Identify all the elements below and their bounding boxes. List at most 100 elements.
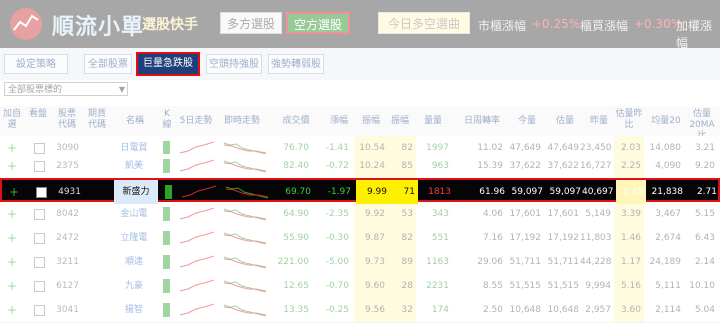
short-select-button[interactable]: 空方選股	[286, 12, 350, 34]
cell-pct: 9.92	[354, 202, 388, 226]
k-line-icon	[163, 159, 170, 173]
col-turnover[interactable]: 日周轉率	[460, 116, 504, 127]
cell-v2: 17,192	[547, 233, 580, 243]
watch-checkbox[interactable]	[34, 143, 45, 154]
cell-turn: 4.06	[482, 209, 503, 219]
add-watch-icon[interactable]: +	[2, 154, 22, 178]
k-line-icon	[165, 185, 172, 199]
add-watch-icon[interactable]: +	[2, 226, 22, 250]
col-code[interactable]: 股票代碼	[54, 109, 80, 131]
cell-ma: 6.43	[694, 233, 715, 243]
table-row[interactable]: +2472 立隆電 55.90 -0.30 9.87 82 551 7.16 17,192 17,…	[0, 226, 720, 251]
cell-avg: 21,838	[651, 187, 684, 197]
table-row[interactable]: +3041 揚智 13.35 -0.25 9.56 32 174 2.50 10,648 10,6…	[0, 298, 720, 323]
cell-amt: 2231	[426, 281, 449, 291]
strong-weak-button[interactable]: 強勢轉弱股	[268, 54, 324, 74]
add-watch-icon[interactable]: +	[2, 202, 22, 226]
col-est-vol[interactable]: 估量	[548, 116, 582, 127]
add-watch-icon[interactable]: +	[4, 180, 24, 204]
table-row[interactable]: +8042 金山電 64.90 -2.35 9.92 53 343 4.06 17,601 17,…	[0, 202, 720, 227]
cell-v2: 51,711	[547, 257, 580, 267]
col-amount[interactable]: 量量	[418, 116, 448, 127]
volume-drop-button[interactable]: 巨量急跌股	[136, 52, 200, 76]
cell-v2: 17,601	[547, 209, 580, 219]
cell-price: 55.90	[283, 233, 309, 243]
strategy-button[interactable]: 設定策略	[4, 54, 68, 74]
col-futures[interactable]: 期貨代碼	[84, 109, 110, 131]
cell-code: 4931	[58, 187, 81, 197]
k-line-icon	[163, 279, 170, 293]
table-row[interactable]: +3211 順達 221.00 -5.00 9.73 89 1163 29.06 51,711 5…	[0, 250, 720, 275]
cell-v3: 9,994	[585, 281, 611, 291]
col-vol-ratio[interactable]: 振幅	[388, 116, 412, 127]
cell-name[interactable]: 九豪	[112, 274, 156, 298]
trend5-chart	[181, 185, 217, 198]
add-watch-icon[interactable]: +	[2, 298, 22, 322]
cell-avg: 4,090	[655, 161, 681, 171]
trend5-chart	[179, 159, 215, 172]
cell-v1: 51,711	[509, 257, 542, 267]
col-vol-today[interactable]: 今量	[510, 116, 544, 127]
intraday-chart	[223, 208, 267, 221]
watch-checkbox[interactable]	[34, 305, 45, 316]
app-title: 順流小單	[52, 15, 145, 40]
add-watch-icon[interactable]: +	[2, 274, 22, 298]
all-stocks-button[interactable]: 全部股票	[84, 54, 132, 74]
k-line-icon	[163, 207, 170, 221]
watch-checkbox[interactable]	[34, 281, 45, 292]
cell-pct: 9.73	[354, 250, 388, 274]
cell-amt: 551	[431, 233, 449, 243]
bear-hold-button[interactable]: 空頭持強股	[206, 54, 262, 74]
trend5-chart	[179, 279, 215, 292]
watch-checkbox[interactable]	[34, 209, 45, 220]
long-select-button[interactable]: 多方選股	[220, 12, 282, 34]
add-watch-icon[interactable]: +	[2, 250, 22, 274]
app-subtitle: 選股快手	[142, 17, 198, 33]
cell-pct: 9.99	[356, 180, 390, 204]
col-change[interactable]: 漲幅	[324, 116, 354, 127]
cell-ratio: 5.16	[614, 274, 644, 298]
cell-price: 82.40	[283, 161, 309, 171]
table-row[interactable]: +4931 新盛力 69.70 -1.97 9.99 71 1813 61.96 59,097 5…	[0, 178, 720, 204]
cell-amt: 1163	[426, 257, 449, 267]
cell-turn: 15.39	[477, 161, 503, 171]
cell-v3: 40,697	[582, 187, 614, 197]
today-direction-button[interactable]: 今日多空選曲	[378, 12, 470, 34]
col-prev-vol[interactable]: 昨量	[584, 116, 614, 127]
cell-v1: 59,097	[511, 187, 544, 197]
cell-name[interactable]: 立隆電	[112, 226, 156, 250]
table-row[interactable]: +2375 凱美 82.40 -0.72 10.24 85 963 15.39 37,622 37…	[0, 154, 720, 179]
cell-change: -0.25	[325, 305, 349, 315]
cell-v3: 16,727	[580, 161, 612, 171]
col-name[interactable]: 名稱	[120, 116, 150, 127]
watch-checkbox[interactable]	[34, 233, 45, 244]
col-add: 加自選	[2, 109, 21, 130]
stock-filter-select[interactable]: 全部股票標的 ▼	[4, 82, 128, 96]
cell-name[interactable]: 凱美	[112, 154, 156, 178]
cell-name[interactable]: 金山電	[112, 202, 156, 226]
col-k: K線	[162, 109, 172, 130]
cell-v1: 51,515	[509, 281, 542, 291]
watch-checkbox[interactable]	[36, 187, 47, 198]
cell-name[interactable]: 新盛力	[114, 180, 158, 204]
col-watch[interactable]: 看盤	[28, 109, 48, 120]
intraday-chart	[223, 256, 267, 269]
col-avg20[interactable]: 均量20	[648, 116, 684, 127]
watch-checkbox[interactable]	[34, 257, 45, 268]
col-est-ratio[interactable]: 估量昨比	[614, 109, 644, 131]
cell-avg: 2,114	[655, 305, 681, 315]
cell-name[interactable]: 揚智	[112, 298, 156, 322]
col-price[interactable]: 成交價	[276, 116, 316, 127]
col-pct[interactable]: 振幅	[356, 116, 386, 127]
cell-v2: 10,648	[547, 305, 580, 315]
cell-ratio: 3.60	[614, 298, 644, 322]
cell-ratio: 1.45	[616, 180, 646, 204]
cell-r: 28	[388, 274, 416, 298]
table-row[interactable]: +6127 九豪 12.65 -0.70 9.60 28 2231 8.55 51,515 51,…	[0, 274, 720, 299]
cell-name[interactable]: 順達	[112, 250, 156, 274]
k-line-icon	[163, 255, 170, 269]
trend5-chart	[179, 255, 215, 268]
cell-v1: 37,622	[509, 161, 542, 171]
table-header: 加自選 看盤 股票代碼 期貨代碼 名稱 K線 5日走勢 即時走勢 成交價 漲幅 …	[0, 106, 720, 141]
watch-checkbox[interactable]	[34, 161, 45, 172]
